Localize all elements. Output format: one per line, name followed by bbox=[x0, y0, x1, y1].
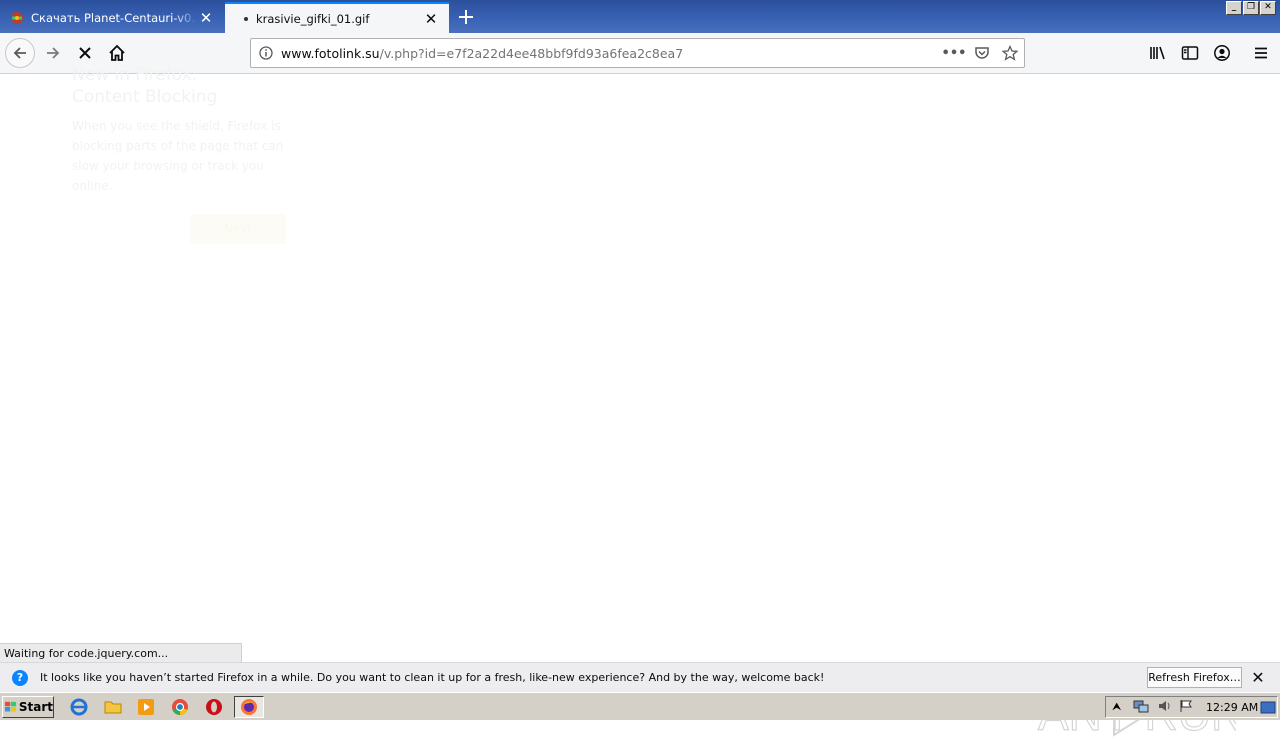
onboarding-heading-line2: Content Blocking bbox=[72, 87, 218, 107]
back-button[interactable] bbox=[5, 38, 35, 68]
network-icon[interactable] bbox=[1133, 698, 1149, 717]
close-icon[interactable]: ✕ bbox=[1250, 668, 1266, 687]
notification-bar: ? It looks like you haven’t started Fire… bbox=[0, 662, 1280, 692]
start-button[interactable]: Start bbox=[2, 696, 54, 718]
close-window-button[interactable]: ✕ bbox=[1260, 1, 1276, 15]
tab-strip: Скачать Planet-Centauri-v0.10.1 ✕ krasiv… bbox=[0, 0, 1280, 33]
pocket-icon[interactable] bbox=[968, 45, 996, 61]
tab-close-icon[interactable]: ✕ bbox=[423, 10, 439, 28]
game-icon bbox=[9, 10, 25, 26]
volume-icon[interactable] bbox=[1157, 698, 1171, 717]
question-icon: ? bbox=[12, 669, 28, 686]
library-icon[interactable] bbox=[1148, 43, 1168, 63]
url-path: /v.php?id=e7f2a22d4ee48bbf9fd93a6fea2c8e… bbox=[379, 45, 684, 61]
url-host: www.fotolink.su bbox=[281, 45, 380, 61]
page-content: New in Firefox: Content Blocking When yo… bbox=[0, 65, 1280, 740]
tab-label: Скачать Planet-Centauri-v0.10.1 bbox=[31, 10, 198, 25]
page-actions-icon[interactable]: ••• bbox=[940, 46, 968, 61]
site-info-icon[interactable] bbox=[251, 46, 281, 60]
media-player-icon[interactable] bbox=[137, 698, 155, 716]
new-tab-button[interactable] bbox=[452, 4, 480, 30]
tab-label: krasivie_gifki_01.gif bbox=[256, 11, 370, 26]
tray-expand-icon[interactable]: ⮝ bbox=[1112, 700, 1121, 714]
show-desktop-icon[interactable] bbox=[1260, 700, 1276, 719]
action-center-flag-icon[interactable] bbox=[1179, 698, 1193, 717]
onboarding-body: When you see the shield, Firefox is bloc… bbox=[72, 119, 284, 193]
content-blocking-onboarding-panel: New in Firefox: Content Blocking When yo… bbox=[72, 64, 292, 244]
chrome-icon[interactable] bbox=[171, 698, 189, 716]
tab-close-icon[interactable]: ✕ bbox=[198, 9, 214, 27]
forward-button[interactable] bbox=[38, 38, 68, 68]
bookmark-star-icon[interactable] bbox=[996, 45, 1024, 61]
firefox-taskbar-button[interactable] bbox=[234, 696, 264, 718]
onboarding-heading-line1: New in Firefox: bbox=[72, 65, 198, 85]
minimize-button[interactable]: _ bbox=[1226, 1, 1242, 15]
url-text: www.fotolink.su/v.php?id=e7f2a22d4ee48bb… bbox=[281, 46, 940, 61]
restore-button[interactable]: ❐ bbox=[1243, 1, 1259, 15]
folder-icon[interactable] bbox=[104, 698, 122, 716]
notification-message: It looks like you haven’t started Firefo… bbox=[40, 671, 825, 684]
taskbar: Start ⮝ 12:29 AM bbox=[0, 692, 1280, 720]
tab-krasivie-gifki[interactable]: krasivie_gifki_01.gif ✕ bbox=[225, 2, 449, 33]
start-label: Start bbox=[18, 700, 53, 714]
onboarding-next-label: Next bbox=[224, 222, 252, 236]
menu-icon[interactable] bbox=[1251, 43, 1271, 63]
tab-planet-centauri[interactable]: Скачать Planet-Centauri-v0.10.1 ✕ bbox=[0, 2, 224, 33]
loading-dot-icon bbox=[244, 16, 248, 21]
system-tray: ⮝ 12:29 AM bbox=[1105, 696, 1278, 718]
address-bar[interactable]: www.fotolink.su/v.php?id=e7f2a22d4ee48bb… bbox=[250, 38, 1025, 68]
account-icon[interactable] bbox=[1212, 43, 1232, 63]
opera-icon[interactable] bbox=[205, 698, 223, 716]
firefox-icon bbox=[241, 699, 257, 715]
internet-explorer-icon[interactable] bbox=[70, 698, 88, 716]
sidebar-icon[interactable] bbox=[1180, 43, 1200, 63]
clock[interactable]: 12:29 AM bbox=[1206, 701, 1258, 714]
window-controls: _ ❐ ✕ bbox=[1226, 1, 1276, 15]
onboarding-next-button[interactable]: Next bbox=[190, 214, 286, 244]
refresh-firefox-button[interactable]: Refresh Firefox… bbox=[1147, 667, 1242, 688]
windows-logo-icon bbox=[5, 701, 17, 712]
status-panel: Waiting for code.jquery.com... bbox=[0, 643, 242, 662]
